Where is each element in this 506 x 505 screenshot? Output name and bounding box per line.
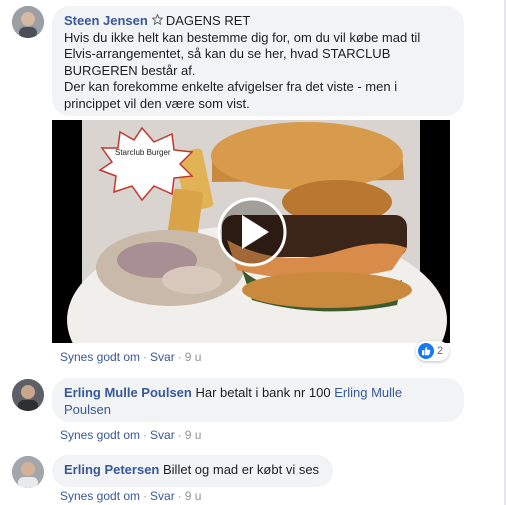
comment-line: Der kan forekomme enkelte afvigelser fra… [64,79,398,94]
video-player[interactable]: Starclub Burger [52,120,450,343]
like-link[interactable]: Synes godt om [60,350,140,364]
comment-line: Elvis-arrangementet, så kan du se her, h… [64,46,391,61]
comment-text: Billet og mad er købt vi ses [163,462,320,477]
top-fan-badge-icon [151,13,164,26]
play-icon[interactable] [219,199,285,265]
avatar[interactable] [12,6,44,38]
comment-author[interactable]: Erling Mulle Poulsen [64,385,192,400]
avatar[interactable] [12,456,44,488]
timestamp[interactable]: 9 u [185,489,202,503]
comment-bubble: Erling Petersen Billet og mad er købt vi… [52,455,333,487]
comment-bubble: Steen Jensen DAGENS RET Hvis du ikke helt… [52,6,464,116]
like-link[interactable]: Synes godt om [60,489,140,503]
comment-line: princippet vil den være som vist. [64,95,250,111]
timestamp[interactable]: 9 u [185,428,202,442]
mention-link[interactable]: Erling Mulle [334,385,402,400]
reply-link[interactable]: Svar [150,350,175,364]
comment-actions: Synes godt om · Svar · 9 u [60,428,202,442]
like-icon [418,343,434,359]
reply-link[interactable]: Svar [150,428,175,442]
comment-line: BURGEREN består af. [64,62,196,78]
reaction-count-number: 2 [437,345,444,357]
comment-text: Har betalt i bank nr 100 [195,385,331,400]
like-link[interactable]: Synes godt om [60,428,140,442]
comment-bubble: Erling Mulle Poulsen Har betalt i bank n… [52,378,464,422]
comment-author[interactable]: Erling Petersen [64,462,159,477]
reaction-count[interactable]: 2 [416,341,450,361]
comment-actions: Synes godt om · Svar · 9 u [60,489,202,503]
badge-label: DAGENS RET [165,13,251,28]
reply-link[interactable]: Svar [150,489,175,503]
avatar[interactable] [12,379,44,411]
timestamp[interactable]: 9 u [185,350,202,364]
comment-line: Hvis du ikke helt kan bestemme dig for, … [64,29,421,45]
comment-author[interactable]: Steen Jensen [64,13,148,28]
mention-link-continued[interactable]: Poulsen [64,402,111,417]
video-title-label: Starclub Burger [115,148,171,157]
comment-actions: Synes godt om · Svar · 9 u [60,350,202,364]
